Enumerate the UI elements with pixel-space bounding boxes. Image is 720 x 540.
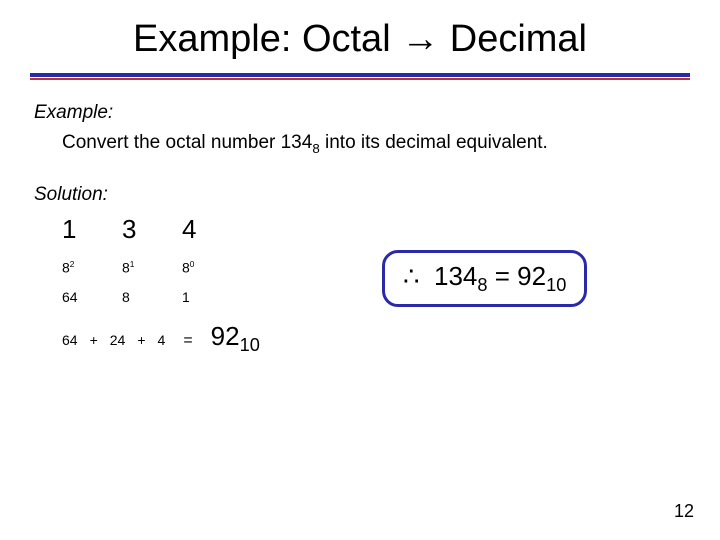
weight-0: 1 — [182, 289, 242, 305]
prompt-post: into its decimal equivalent. — [320, 132, 548, 153]
therefore-eq: = — [488, 261, 518, 291]
sum-term-1: 24 — [110, 332, 126, 348]
plus-icon: + — [90, 332, 98, 348]
digit-1: 3 — [122, 214, 182, 245]
title-rule — [30, 73, 690, 80]
weight-1: 8 — [122, 289, 182, 305]
weight-2: 64 — [62, 289, 122, 305]
therefore-icon: ∴ — [403, 261, 420, 291]
conversion-prompt: Convert the octal number 1348 into its d… — [62, 132, 686, 156]
therefore-rhs: 9210 — [517, 261, 566, 291]
page-number: 12 — [674, 501, 694, 522]
slide-title: Example: Octal → Decimal — [0, 0, 720, 71]
example-label: Example: — [34, 102, 686, 124]
therefore-box: ∴ 1348 = 9210 — [382, 250, 587, 307]
equals-icon: = — [183, 332, 192, 350]
sum-term-0: 4 — [158, 332, 166, 348]
prompt-pre: Convert the octal number 1348 — [62, 132, 320, 153]
sum-row: 64 + 24 + 4 = 9210 — [62, 321, 686, 356]
solution-label: Solution: — [34, 184, 686, 206]
solution-area: 1 3 4 82 81 80 64 8 1 64 + 24 + 4 = 9210 — [62, 214, 686, 357]
slide-body: Example: Convert the octal number 1348 i… — [0, 80, 720, 357]
therefore-lhs: 1348 — [434, 261, 488, 291]
place-value-grid: 1 3 4 82 81 80 64 8 1 — [62, 214, 686, 306]
sum-term-2: 64 — [62, 332, 78, 348]
digit-0: 4 — [182, 214, 242, 245]
power-2: 82 — [62, 259, 122, 276]
digit-2: 1 — [62, 214, 122, 245]
plus-icon: + — [137, 332, 145, 348]
sum-result: 9210 — [211, 321, 260, 356]
power-0: 80 — [182, 259, 242, 276]
power-1: 81 — [122, 259, 182, 276]
